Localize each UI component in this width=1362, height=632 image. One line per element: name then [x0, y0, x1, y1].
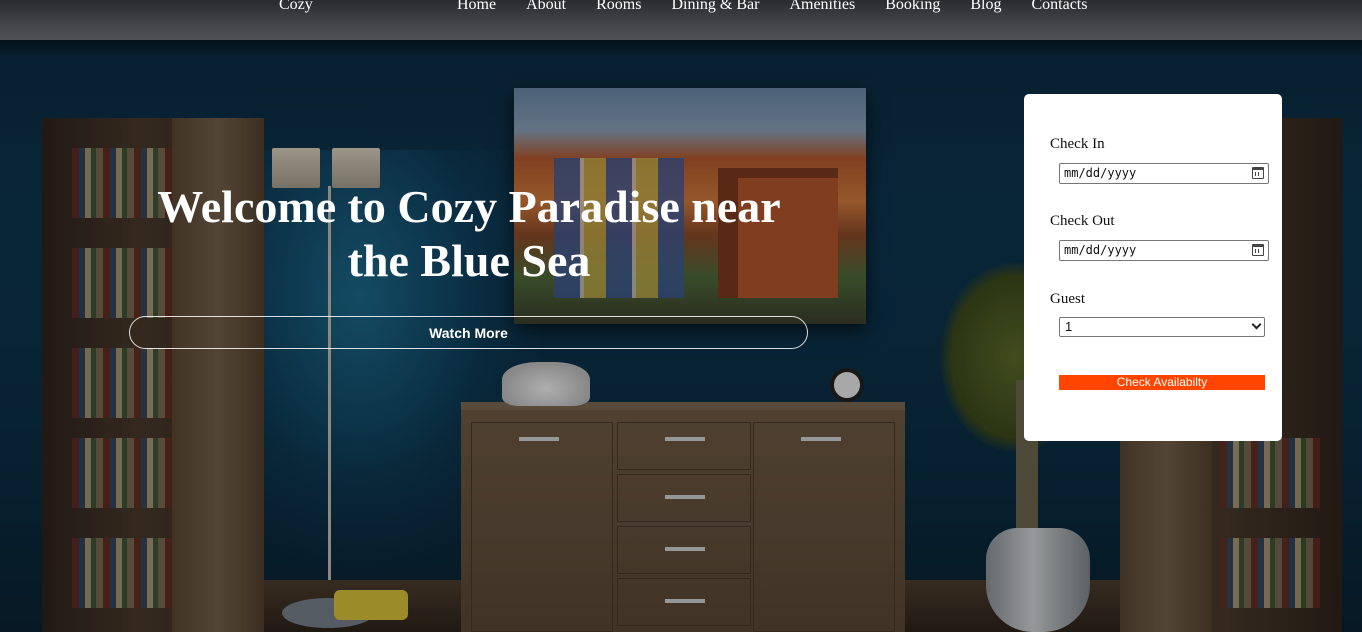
nav-link-dining-bar[interactable]: Dining & Bar: [671, 0, 759, 13]
nav-link-blog[interactable]: Blog: [970, 0, 1001, 13]
nav-item-rooms: Rooms: [596, 0, 641, 14]
guest-select-value: 1: [1065, 319, 1073, 334]
check-out-label: Check Out: [1050, 213, 1115, 229]
booking-form: Check In mm/dd/yyyy Check Out mm/dd/yyyy…: [1024, 94, 1282, 441]
check-in-date-input[interactable]: mm/dd/yyyy: [1059, 163, 1269, 184]
nav-link-home[interactable]: Home: [457, 0, 496, 13]
check-in-date-value: mm/dd/yyyy: [1064, 166, 1137, 180]
hero-title-line-2: the Blue Sea: [347, 235, 591, 286]
watch-more-button[interactable]: Watch More: [129, 316, 808, 349]
guest-select[interactable]: 1: [1059, 317, 1265, 337]
nav-item-amenities: Amenities: [789, 0, 855, 14]
hero-title: Welcome to Cozy Paradise near the Blue S…: [130, 180, 808, 288]
calendar-icon[interactable]: [1252, 167, 1264, 179]
nav-link-booking[interactable]: Booking: [885, 0, 940, 13]
check-out-date-value: mm/dd/yyyy: [1064, 243, 1137, 257]
guest-label: Guest: [1050, 291, 1085, 307]
brand-logo-link[interactable]: Cozy: [279, 0, 313, 14]
check-in-label: Check In: [1050, 136, 1105, 152]
nav-link-amenities[interactable]: Amenities: [789, 0, 855, 13]
hero-title-line-1: Welcome to Cozy Paradise near: [157, 181, 781, 232]
nav-menu: Home About Rooms Dining & Bar Amenities …: [457, 0, 1117, 14]
top-navigation: Cozy Home About Rooms Dining & Bar Ameni…: [0, 0, 1362, 20]
check-out-date-input[interactable]: mm/dd/yyyy: [1059, 240, 1269, 261]
nav-item-booking: Booking: [885, 0, 940, 14]
nav-item-dining-bar: Dining & Bar: [671, 0, 759, 14]
nav-item-blog: Blog: [970, 0, 1001, 14]
nav-link-about[interactable]: About: [526, 0, 566, 13]
nav-item-about: About: [526, 0, 566, 14]
calendar-icon[interactable]: [1252, 244, 1264, 256]
check-availability-button[interactable]: Check Availabilty: [1059, 375, 1265, 390]
nav-link-rooms[interactable]: Rooms: [596, 0, 641, 13]
hero-section: Cozy Home About Rooms Dining & Bar Ameni…: [0, 0, 1362, 632]
nav-item-home: Home: [457, 0, 496, 14]
chevron-down-icon: [1251, 319, 1262, 330]
nav-link-contacts[interactable]: Contacts: [1031, 0, 1087, 13]
nav-item-contacts: Contacts: [1031, 0, 1087, 14]
